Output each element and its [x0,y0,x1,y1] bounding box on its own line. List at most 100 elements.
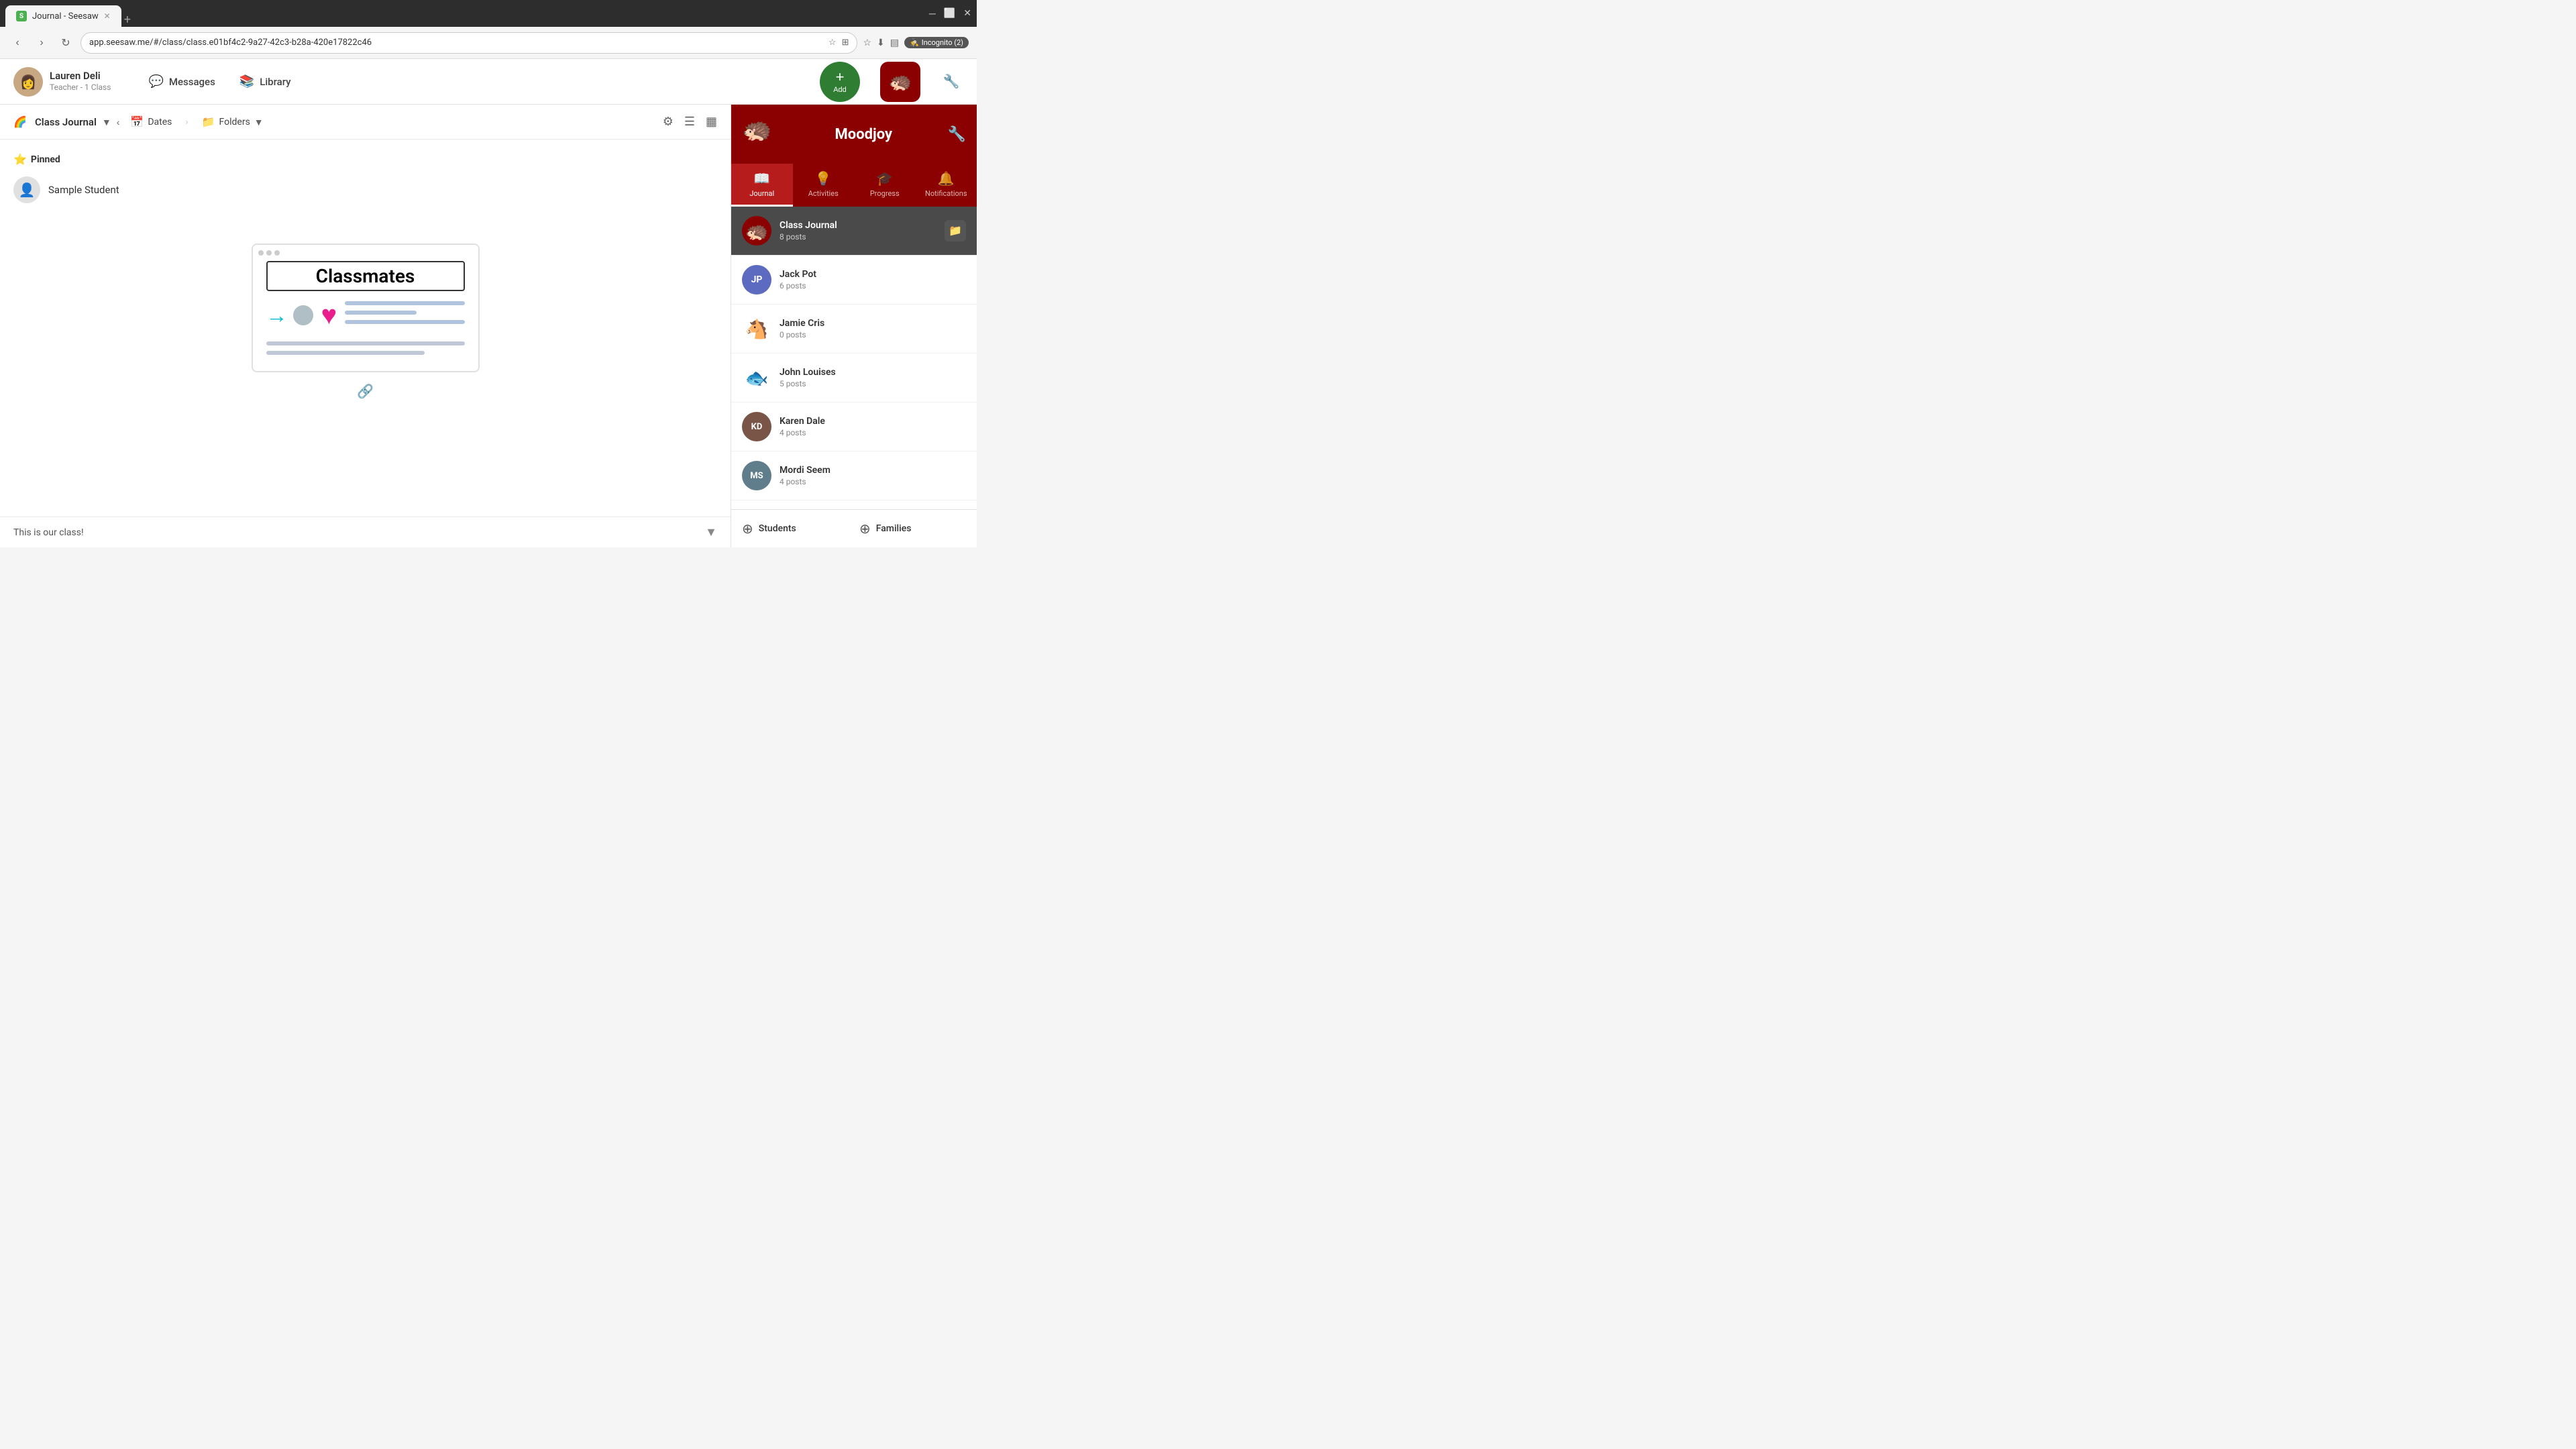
families-btn[interactable]: ⊕ Families [859,521,966,537]
browser-chrome: S Journal - Seesaw ✕ + ─ ⬜ ✕ [0,0,977,27]
nav-items: 💬 Messages 📚 Library [138,69,301,94]
toolbar-icons: ☆ ⬇ ▤ 🕵 Incognito (2) [863,37,969,48]
add-button[interactable]: + Add [820,62,860,102]
person-circle [293,305,313,325]
entry-karen-dale[interactable]: KD Karen Dale 4 posts [731,402,977,451]
card-figure: → [266,303,313,328]
classmates-card-area: Classmates → ♥ [13,244,717,399]
library-icon: 📚 [239,74,254,89]
new-tab-btn[interactable]: + [124,13,131,27]
moodjoy-mascot: 🦔 [742,115,780,153]
close-btn[interactable]: ✕ [963,8,971,19]
back-btn[interactable]: ‹ [8,34,27,52]
activities-tab-icon: 💡 [815,170,832,186]
tab-activities[interactable]: 💡 Activities [793,164,855,207]
nav-library[interactable]: 📚 Library [229,69,302,94]
left-panel: 🌈 Class Journal ▼ ‹ 📅 Dates › 📁 Folders … [0,105,731,547]
extension-icon[interactable]: ⊞ [842,38,849,48]
app-container: 👩 Lauren Deli Teacher - 1 Class 💬 Messag… [0,59,977,547]
entry-john-louises[interactable]: 🐟 John Louises 5 posts [731,354,977,402]
messages-icon: 💬 [148,74,163,89]
entry-jack-pot[interactable]: JP Jack Pot 6 posts [731,256,977,305]
entry-posts-mordi-seem: 4 posts [780,477,966,486]
expand-btn[interactable]: ▼ [705,525,717,539]
active-tab[interactable]: S Journal - Seesaw ✕ [5,5,121,27]
entry-posts-karen-dale: 4 posts [780,428,966,437]
bookmark-toolbar-icon[interactable]: ☆ [863,38,871,48]
pinned-student-item[interactable]: 👤 Sample Student [13,174,717,206]
journal-tab-label: Journal [749,189,774,198]
url-display: app.seesaw.me/#/class/class.e01bf4c2-9a2… [89,38,823,48]
nav-messages[interactable]: 💬 Messages [138,69,225,94]
address-bar[interactable]: app.seesaw.me/#/class/class.e01bf4c2-9a2… [80,32,857,54]
student-avatar: 👤 [13,176,40,203]
main-content: 🌈 Class Journal ▼ ‹ 📅 Dates › 📁 Folders … [0,105,977,547]
download-icon[interactable]: ⬇ [877,38,885,48]
moodjoy-settings-icon[interactable]: 🔧 [948,126,966,143]
tab-notifications[interactable]: 🔔 Notifications [916,164,977,207]
journal-dropdown-btn[interactable]: ▼ [102,117,111,127]
activities-tab-label: Activities [808,189,839,198]
settings-button[interactable]: 🔧 [939,70,963,94]
karen-dale-avatar: KD [742,412,771,441]
journal-tab-icon: 📖 [753,170,770,186]
reload-btn[interactable]: ↻ [56,34,75,52]
journal-small-icon: 🌈 [11,113,30,131]
card-line-3 [345,320,464,324]
entries-list: 🦔 Class Journal 8 posts 📁 JP Jack Pot 6 … [731,207,977,509]
maximize-btn[interactable]: ⬜ [944,8,955,19]
moodjoy-sidebar: 🦔 Moodjoy 🔧 📖 Journal 💡 Activities 🎓 Pro… [731,105,977,547]
jack-pot-avatar: JP [742,265,771,294]
card-line-2 [345,311,417,315]
moodjoy-mascot-icon: 🦔 [889,70,912,93]
entry-mordi-seem[interactable]: MS Mordi Seem 4 posts [731,451,977,500]
card-dot-2 [266,250,272,256]
moodjoy-header: 🦔 Moodjoy 🔧 [731,105,977,164]
heart-icon: ♥ [321,299,337,331]
entry-jamie-cris[interactable]: 🐴 Jamie Cris 0 posts [731,305,977,354]
filter-button[interactable]: ⚙ [660,112,676,131]
folder-btn-class-journal[interactable]: 📁 [945,220,966,241]
bottom-text-bar: This is our class! ▼ [0,517,731,547]
tab-progress[interactable]: 🎓 Progress [854,164,916,207]
journal-toolbar: 🌈 Class Journal ▼ ‹ 📅 Dates › 📁 Folders … [0,105,731,140]
minimize-btn[interactable]: ─ [929,8,936,19]
link-icon-area[interactable]: 🔗 [357,383,374,399]
messages-label: Messages [169,76,215,88]
students-btn[interactable]: ⊕ Students [742,521,849,537]
card-bottom-lines [253,341,478,371]
students-plus-icon: ⊕ [742,521,753,537]
bookmark-icon[interactable]: ☆ [828,38,837,48]
list-view-btn[interactable]: ☰ [682,112,698,131]
families-plus-icon: ⊕ [859,521,871,537]
entry-info-john-louises: John Louises 5 posts [780,367,966,388]
card-title: Classmates [266,261,465,291]
folders-button[interactable]: 📁 Folders ▼ [197,113,269,131]
card-lines [345,301,464,329]
folders-label: Folders [219,117,250,127]
moodjoy-button[interactable]: 🦔 [880,62,920,102]
browser-tabs: S Journal - Seesaw ✕ + [5,0,131,27]
folders-dropdown-btn[interactable]: ▼ [254,117,264,127]
tab-close-btn[interactable]: ✕ [104,11,111,21]
entry-info-jamie-cris: Jamie Cris 0 posts [780,318,966,339]
arrow-right-icon: → [266,303,288,328]
entry-class-journal[interactable]: 🦔 Class Journal 8 posts 📁 [731,207,977,256]
library-label: Library [260,76,290,88]
entry-info-karen-dale: Karen Dale 4 posts [780,416,966,437]
tab-favicon: S [16,11,27,21]
avatar: 👩 [13,67,43,97]
entry-info-class-journal: Class Journal 8 posts [780,220,936,241]
prev-btn[interactable]: ‹ [117,117,120,127]
forward-btn[interactable]: › [32,34,51,52]
dates-button[interactable]: 📅 Dates [125,113,177,131]
entry-posts-jamie-cris: 0 posts [780,330,966,339]
grid-view-btn[interactable]: ▦ [703,112,720,131]
moodjoy-title: Moodjoy [780,126,948,143]
entry-posts-class-journal: 8 posts [780,232,936,241]
sidebar-icon[interactable]: ▤ [890,38,899,48]
tab-journal[interactable]: 📖 Journal [731,164,793,207]
bottom-text: This is our class! [13,527,84,538]
journal-label: Class Journal [35,116,97,128]
card-line-1 [345,301,464,305]
